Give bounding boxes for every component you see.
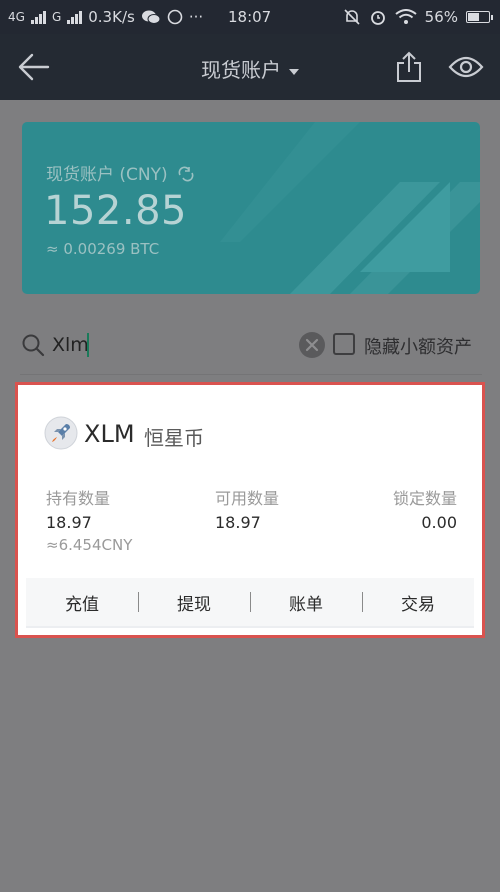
locked-value: 0.00 (421, 513, 457, 532)
account-summary-card: 现货账户 (CNY) 152.85 ≈ 0.00269 BTC (22, 122, 480, 294)
share-icon[interactable] (395, 51, 423, 83)
search-icon (22, 334, 45, 357)
coin-symbol: XLM (84, 420, 135, 448)
network-speed: 0.3K/s (88, 8, 135, 26)
account-title: 现货账户 (CNY) (46, 160, 195, 185)
cny-equivalent: ≈6.454CNY (46, 536, 133, 554)
alarm-icon (370, 11, 385, 25)
deposit-button[interactable]: 充值 (26, 590, 138, 615)
bill-button[interactable]: 账单 (250, 590, 362, 615)
chat-bubble-icon (167, 9, 183, 25)
refresh-icon[interactable] (177, 166, 195, 182)
search-input[interactable] (52, 330, 272, 360)
battery-icon (466, 11, 493, 23)
account-balance: 152.85 (44, 188, 187, 234)
wechat-icon (141, 10, 161, 24)
signal-icon (30, 10, 46, 24)
available-value: 18.97 (215, 513, 261, 532)
network-type: 4G (8, 10, 25, 24)
divider (20, 374, 482, 375)
signal-icon-2 (67, 10, 83, 24)
more-dots: ··· (188, 8, 204, 26)
coin-name: 恒星币 (144, 426, 204, 450)
stellar-rocket-icon (44, 416, 78, 450)
withdraw-button[interactable]: 提现 (138, 590, 250, 615)
caret-down-icon (289, 68, 299, 75)
eye-icon[interactable] (448, 54, 484, 80)
status-bar: 4G G 0.3K/s ··· 18:07 56% (0, 0, 500, 34)
battery-percent: 56% (424, 8, 458, 26)
asset-actions: 充值 提现 账单 交易 (26, 578, 474, 628)
hide-small-assets-label[interactable]: 隐藏小额资产 (364, 333, 472, 359)
page-title: 现货账户 (201, 58, 281, 82)
close-icon (305, 338, 319, 352)
clear-search-button[interactable] (299, 332, 325, 358)
wifi-icon (395, 9, 417, 24)
text-cursor (87, 333, 89, 357)
holding-value: 18.97 (46, 513, 92, 532)
hide-small-assets-checkbox[interactable] (333, 333, 355, 355)
btc-equivalent: ≈ 0.00269 BTC (46, 240, 160, 258)
holding-label: 持有数量 (46, 489, 111, 508)
account-type-dropdown[interactable]: 现货账户 (0, 54, 500, 83)
network-type-2: G (51, 10, 62, 24)
clock: 18:07 (228, 8, 272, 26)
app-header: 现货账户 (0, 34, 500, 100)
locked-label: 锁定数量 (392, 489, 457, 508)
trade-button[interactable]: 交易 (362, 590, 474, 615)
available-label: 可用数量 (215, 489, 280, 508)
mute-icon (344, 9, 360, 25)
decoration-graphic (220, 122, 480, 294)
